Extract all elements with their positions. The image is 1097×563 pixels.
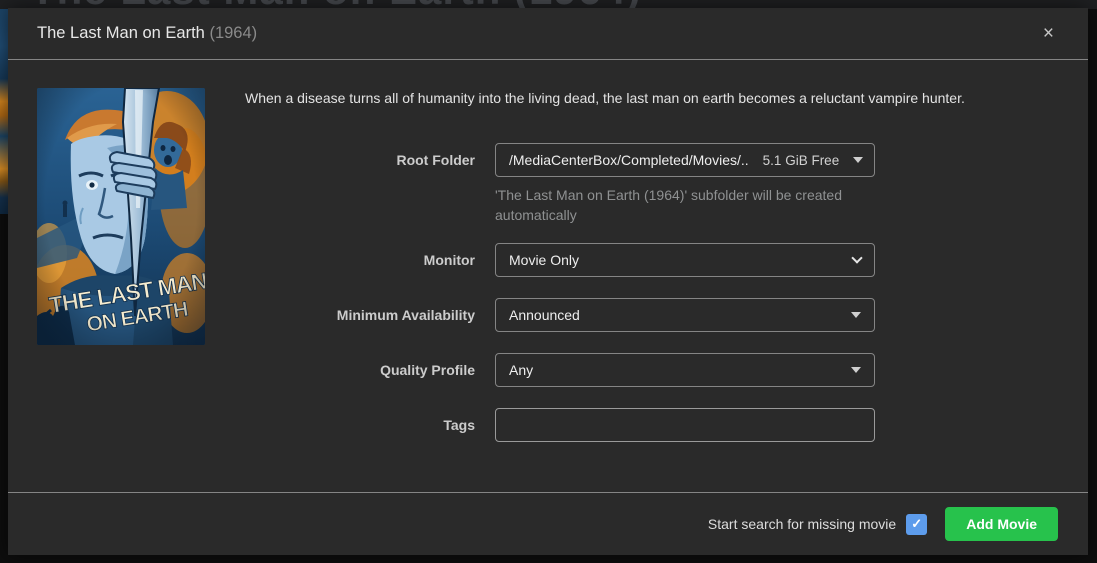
form-row-root-folder: Root Folder /MediaCenterBox/Completed/Mo… xyxy=(245,143,1058,177)
monitor-label: Monitor xyxy=(245,243,495,268)
caret-down-icon xyxy=(853,157,863,163)
minimum-availability-label: Minimum Availability xyxy=(245,298,495,323)
movie-year: (1964) xyxy=(209,24,257,42)
monitor-value: Movie Only xyxy=(509,252,839,268)
add-movie-button[interactable]: Add Movie xyxy=(945,507,1058,541)
modal-title: The Last Man on Earth (1964) xyxy=(37,24,257,43)
movie-poster: THE LAST MAN ON EARTH xyxy=(37,88,205,345)
chevron-down-icon xyxy=(851,252,862,263)
quality-profile-select[interactable]: Any xyxy=(495,353,875,387)
modal-footer: Start search for missing movie ✓ Add Mov… xyxy=(8,492,1088,555)
movie-overview: When a disease turns all of humanity int… xyxy=(245,88,1058,108)
modal-body: THE LAST MAN ON EARTH When a disease tur… xyxy=(8,60,1088,492)
form-row-tags: Tags xyxy=(245,408,1058,442)
quality-profile-label: Quality Profile xyxy=(245,353,495,378)
form-row-monitor: Monitor Movie Only xyxy=(245,243,1058,277)
root-folder-free-space: 5.1 GiB Free xyxy=(763,153,840,168)
modal-header: The Last Man on Earth (1964) × xyxy=(8,8,1088,60)
poster-illustration: THE LAST MAN ON EARTH xyxy=(37,88,205,345)
root-folder-path: /MediaCenterBox/Completed/Movies/.. xyxy=(509,152,749,168)
root-folder-label: Root Folder xyxy=(245,143,495,168)
form-row-root-folder-helper: 'The Last Man on Earth (1964)' subfolder… xyxy=(245,185,1058,225)
background-poster-sliver xyxy=(0,9,8,214)
quality-profile-value: Any xyxy=(509,362,837,378)
add-movie-modal: The Last Man on Earth (1964) × xyxy=(8,8,1088,555)
modal-content: When a disease turns all of humanity int… xyxy=(245,88,1058,492)
close-icon[interactable]: × xyxy=(1039,20,1058,47)
form-row-minimum-availability: Minimum Availability Announced xyxy=(245,298,1058,332)
minimum-availability-select[interactable]: Announced xyxy=(495,298,875,332)
start-search-checkbox[interactable]: ✓ xyxy=(906,514,927,535)
tags-label: Tags xyxy=(245,408,495,433)
caret-down-icon xyxy=(851,312,861,318)
movie-title: The Last Man on Earth xyxy=(37,24,205,42)
monitor-select[interactable]: Movie Only xyxy=(495,243,875,277)
tags-input[interactable] xyxy=(495,408,875,442)
start-search-label: Start search for missing movie xyxy=(708,516,896,532)
root-folder-helper-text: 'The Last Man on Earth (1964)' subfolder… xyxy=(495,185,875,225)
minimum-availability-value: Announced xyxy=(509,307,837,323)
root-folder-select[interactable]: /MediaCenterBox/Completed/Movies/.. 5.1 … xyxy=(495,143,875,177)
caret-down-icon xyxy=(851,367,861,373)
form-row-quality-profile: Quality Profile Any xyxy=(245,353,1058,387)
